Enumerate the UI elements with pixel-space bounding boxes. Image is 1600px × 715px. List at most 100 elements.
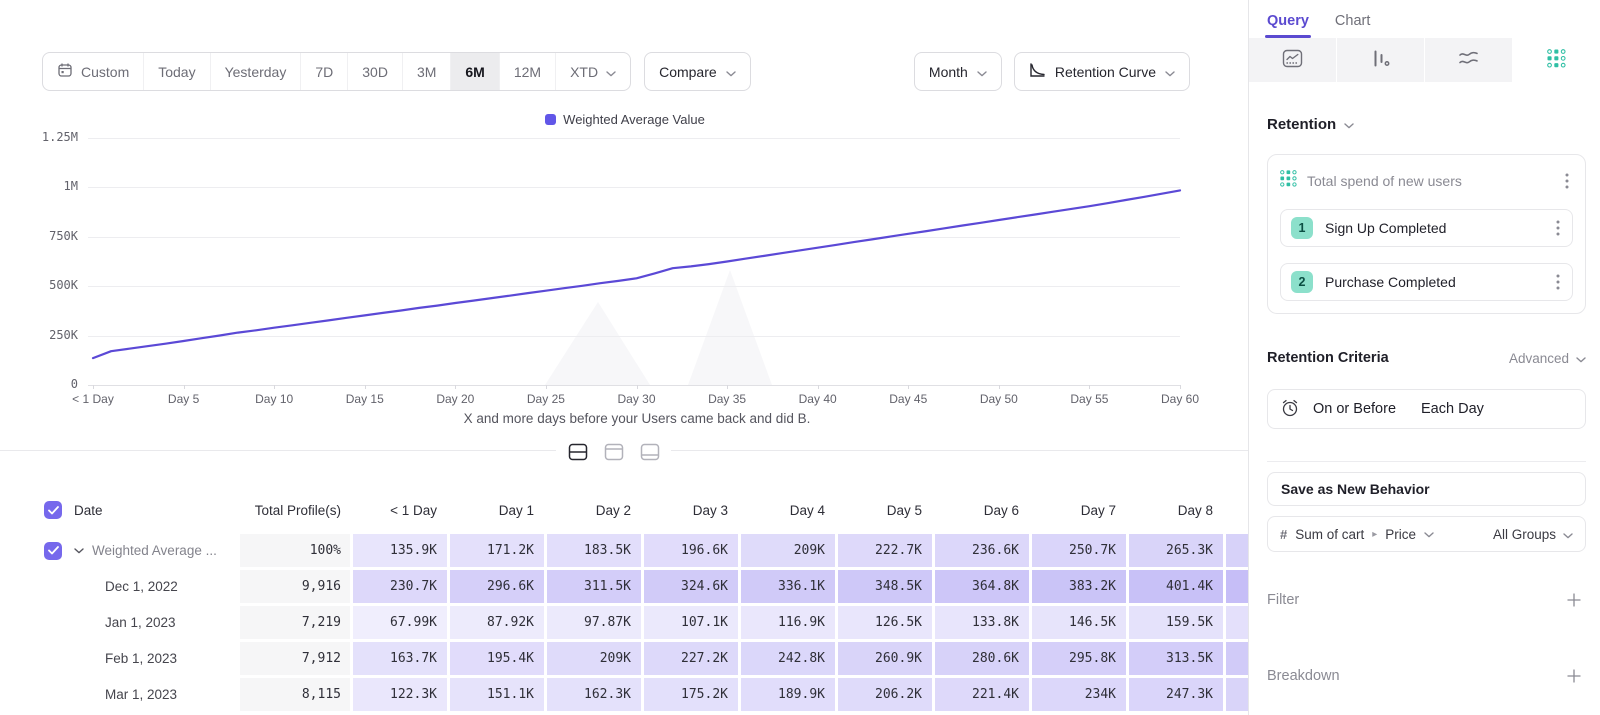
range-12m[interactable]: 12M (499, 53, 555, 90)
row-expand-chevron-icon[interactable] (74, 548, 84, 554)
range-6m[interactable]: 6M (450, 53, 498, 90)
retention-value-cell[interactable]: 175.2K (644, 678, 738, 711)
layout-chart-focus-button[interactable] (598, 436, 629, 467)
row-checkbox[interactable] (44, 501, 62, 519)
retention-value-cell[interactable]: 146.5K (1032, 606, 1126, 639)
retention-value-cell[interactable]: 135.9K (353, 534, 447, 567)
retention-value-cell[interactable]: 280.6K (935, 642, 1029, 675)
retention-value-cell[interactable]: 126.5K (838, 606, 932, 639)
retention-value-cell[interactable]: 247.3K (1129, 678, 1223, 711)
retention-value-cell[interactable]: 295.8K (1032, 642, 1126, 675)
report-type-insights-tab[interactable] (1249, 38, 1337, 82)
when-unit-label: Each Day (1421, 401, 1484, 417)
retention-value-cell[interactable]: 67.99K (353, 606, 447, 639)
behavior-steps: 1 Sign Up Completed 2 Purchase Completed (1280, 209, 1573, 301)
column-header: Day 7 (1032, 492, 1126, 528)
retention-value-cell[interactable]: 87.92K (450, 606, 544, 639)
retention-value-cell[interactable]: 230.7K (353, 570, 447, 603)
tab-query[interactable]: Query (1267, 13, 1309, 38)
retention-value-cell[interactable]: 265.3K (1129, 534, 1223, 567)
retention-value-cell[interactable]: 189.9K (741, 678, 835, 711)
all-groups-dropdown[interactable]: All Groups (1493, 527, 1573, 542)
row-label-cell: Weighted Average ... (40, 534, 237, 567)
step-number-badge: 1 (1291, 217, 1313, 239)
retention-value-cell[interactable]: 195.4K (450, 642, 544, 675)
retention-value-cell[interactable]: 324.6K (644, 570, 738, 603)
retention-value-cell[interactable]: 196.6K (644, 534, 738, 567)
retention-value-cell[interactable]: 250.7K (1032, 534, 1126, 567)
overflow-value-cell (1226, 678, 1250, 711)
retention-value-cell[interactable]: 383.2K (1032, 570, 1126, 603)
retention-value-cell[interactable]: 209K (547, 642, 641, 675)
column-header: Day 3 (644, 492, 738, 528)
retention-value-cell[interactable]: 311.5K (547, 570, 641, 603)
retention-value-cell[interactable]: 122.3K (353, 678, 447, 711)
retention-value-cell[interactable]: 162.3K (547, 678, 641, 711)
retention-value-cell[interactable]: 97.87K (547, 606, 641, 639)
retention-value-cell[interactable]: 234K (1032, 678, 1126, 711)
layout-split-half-button[interactable] (562, 436, 593, 467)
property-sub-name[interactable]: Price (1385, 527, 1416, 542)
report-type-funnels-tab[interactable] (1337, 38, 1425, 82)
retention-value-cell[interactable]: 151.1K (450, 678, 544, 711)
range-3m[interactable]: 3M (402, 53, 450, 90)
criteria-mode-dropdown[interactable]: Advanced (1509, 351, 1586, 366)
retention-when-selector[interactable]: On or Before Each Day (1267, 389, 1586, 429)
table-row: Feb 1, 20237,912163.7K195.4K209K227.2K24… (40, 642, 1250, 675)
retention-value-cell[interactable]: 401.4K (1129, 570, 1223, 603)
x-axis-caption: X and more days before your Users came b… (0, 411, 1274, 426)
retention-value-cell[interactable]: 221.4K (935, 678, 1029, 711)
granularity-dropdown[interactable]: Month (914, 52, 1002, 91)
retention-value-cell[interactable]: 209K (741, 534, 835, 567)
report-type-retention-tab[interactable] (1513, 38, 1600, 82)
retention-line-chart[interactable]: 1.25M1M750K500K250K0< 1 DayDay 5Day 10Da… (0, 130, 1250, 430)
retention-value-cell[interactable]: 107.1K (644, 606, 738, 639)
measured-property-row: # Sum of cart ▸ Price All Groups (1267, 516, 1586, 552)
retention-value-cell[interactable]: 133.8K (935, 606, 1029, 639)
retention-value-cell[interactable]: 236.6K (935, 534, 1029, 567)
step-kebab-menu[interactable] (1552, 272, 1564, 292)
report-type-flows-tab[interactable] (1425, 38, 1513, 82)
property-name[interactable]: Sum of cart (1295, 527, 1364, 542)
retention-value-cell[interactable]: 348.5K (838, 570, 932, 603)
retention-value-cell[interactable]: 336.1K (741, 570, 835, 603)
retention-value-cell[interactable]: 364.8K (935, 570, 1029, 603)
retention-value-cell[interactable]: 296.6K (450, 570, 544, 603)
retention-value-cell[interactable]: 313.5K (1129, 642, 1223, 675)
header-overflow-cell (1226, 492, 1250, 528)
chart-type-dropdown[interactable]: Retention Curve (1014, 52, 1190, 91)
add-breakdown-button[interactable] (1562, 664, 1586, 688)
save-as-new-behavior-button[interactable]: Save as New Behavior (1267, 472, 1586, 506)
range-7d[interactable]: 7D (300, 53, 347, 90)
tab-chart[interactable]: Chart (1335, 13, 1370, 38)
retention-section-toggle[interactable]: Retention (1267, 116, 1586, 133)
row-checkbox[interactable] (44, 542, 62, 560)
compare-button[interactable]: Compare (644, 52, 751, 91)
range-today[interactable]: Today (143, 53, 209, 90)
row-label-cell: Mar 1, 2023 (40, 678, 237, 711)
add-filter-button[interactable] (1562, 588, 1586, 612)
range-custom[interactable]: Custom (43, 53, 143, 90)
layout-table-focus-button[interactable] (634, 436, 665, 467)
chevron-down-icon (1344, 116, 1354, 133)
behavior-kebab-menu[interactable] (1561, 171, 1573, 191)
behavior-step-1[interactable]: 1 Sign Up Completed (1280, 209, 1573, 247)
behavior-step-2[interactable]: 2 Purchase Completed (1280, 263, 1573, 301)
range-30d[interactable]: 30D (347, 53, 402, 90)
step-kebab-menu[interactable] (1552, 218, 1564, 238)
range-xtd[interactable]: XTD (555, 53, 630, 90)
retention-value-cell[interactable]: 183.5K (547, 534, 641, 567)
layout-toggle-group (556, 434, 671, 469)
retention-value-cell[interactable]: 222.7K (838, 534, 932, 567)
retention-value-cell[interactable]: 227.2K (644, 642, 738, 675)
retention-value-cell[interactable]: 116.9K (741, 606, 835, 639)
column-header: Total Profile(s) (240, 492, 350, 528)
retention-value-cell[interactable]: 163.7K (353, 642, 447, 675)
retention-value-cell[interactable]: 171.2K (450, 534, 544, 567)
range-yesterday[interactable]: Yesterday (210, 53, 301, 90)
retention-value-cell[interactable]: 242.8K (741, 642, 835, 675)
retention-value-cell[interactable]: 206.2K (838, 678, 932, 711)
retention-value-cell[interactable]: 260.9K (838, 642, 932, 675)
retention-value-cell[interactable]: 159.5K (1129, 606, 1223, 639)
row-label-cell: Feb 1, 2023 (40, 642, 237, 675)
